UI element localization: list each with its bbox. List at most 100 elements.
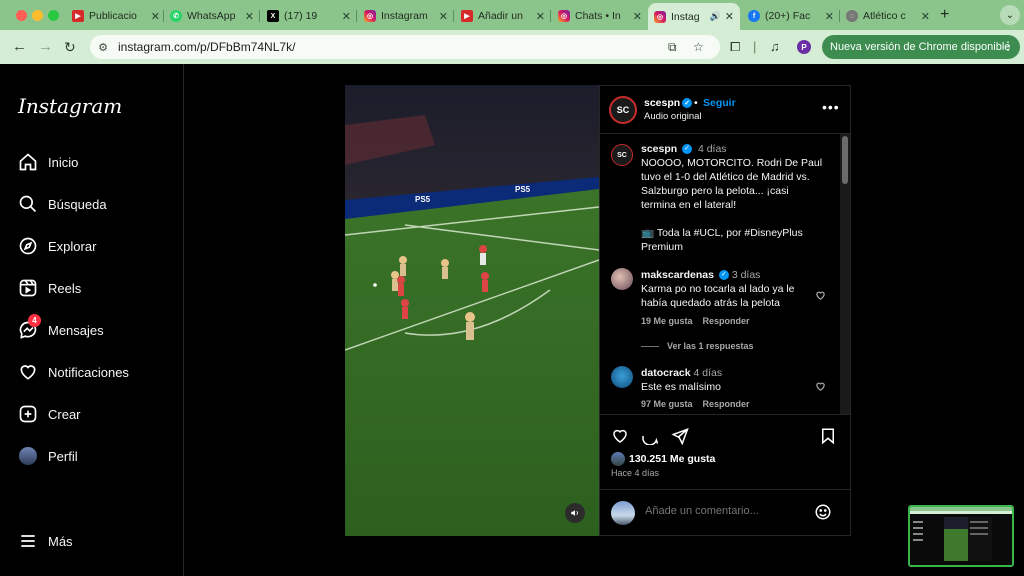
tab-separator [259, 10, 260, 22]
ad-board-text: PS5 [415, 195, 431, 204]
tab-close-icon[interactable]: ✕ [245, 10, 254, 23]
profile-avatar[interactable]: P [797, 40, 811, 54]
tab-close-icon[interactable]: ✕ [725, 10, 734, 23]
comment-username[interactable]: makscardenas [641, 269, 714, 281]
original-audio-link[interactable]: Audio original [644, 111, 702, 122]
follow-button[interactable]: Seguir [703, 97, 736, 109]
scrollbar-thumb[interactable] [842, 136, 848, 184]
instagram-icon: ◎ [654, 10, 666, 23]
tab-close-icon[interactable]: ✕ [825, 10, 834, 23]
tab-label: Instag [671, 10, 700, 23]
update-label: Nueva versión de Chrome disponible [830, 41, 1011, 53]
sidebar-item-mensajes[interactable]: 4 Mensajes [18, 314, 104, 342]
tab-close-icon[interactable]: ✕ [439, 10, 448, 23]
comment-bubble-icon[interactable] [640, 427, 660, 445]
url-text[interactable]: instagram.com/p/DFbBm74NL7k/ [118, 40, 295, 54]
comment-likes[interactable]: 19 Me gusta [641, 316, 693, 326]
screenshot-preview-thumbnail[interactable] [908, 505, 1014, 567]
forward-arrow-icon[interactable]: → [38, 39, 53, 55]
browser-tab[interactable]: ◎ Chats • In ✕ [558, 5, 642, 27]
browser-tab[interactable]: ✆ WhatsApp ✕ [170, 5, 254, 27]
save-bookmark-icon[interactable] [819, 427, 837, 445]
mute-button[interactable] [565, 503, 585, 523]
sidebar-item-label: Reels [48, 280, 82, 296]
share-send-icon[interactable] [670, 427, 690, 445]
author-username[interactable]: scespn ✓ [644, 97, 693, 109]
reload-icon[interactable]: ↻ [64, 39, 76, 55]
window-maximize-button[interactable] [48, 10, 59, 21]
tab-close-icon[interactable]: ✕ [536, 10, 545, 23]
liker-avatar[interactable] [611, 452, 625, 466]
audio-playing-icon[interactable]: 🔊 [710, 11, 721, 22]
sidebar-item-explorar[interactable]: Explorar [18, 234, 96, 258]
window-minimize-button[interactable] [32, 10, 43, 21]
comment-like-heart-icon[interactable] [815, 290, 826, 301]
globe-icon: ◌ [846, 10, 858, 22]
profile-avatar-icon [18, 446, 38, 466]
sidebar-item-crear[interactable]: Crear [18, 402, 81, 426]
toolbar-separator: | [753, 39, 757, 54]
sidebar-item-inicio[interactable]: Inicio [18, 150, 78, 174]
sidebar-item-perfil[interactable]: Perfil [18, 444, 78, 468]
back-arrow-icon[interactable]: ← [12, 39, 27, 55]
like-heart-icon[interactable] [610, 427, 630, 445]
like-count[interactable]: 130.251 Me gusta [629, 453, 715, 465]
browser-tab-active[interactable]: ◎ Instag 🔊 ✕ [648, 3, 740, 30]
bookmark-star-icon[interactable]: ☆ [693, 40, 704, 54]
browser-tab[interactable]: ◎ Instagram ✕ [364, 5, 448, 27]
comment-input[interactable] [645, 505, 805, 517]
sidebar-item-reels[interactable]: Reels [18, 276, 81, 300]
browser-tab[interactable]: ◌ Atlético c ✕ [846, 5, 930, 27]
tab-close-icon[interactable]: ✕ [151, 10, 160, 23]
caption-avatar[interactable]: SC [611, 144, 633, 166]
comment-avatar[interactable] [611, 268, 633, 290]
comment-avatar[interactable] [611, 366, 633, 388]
instagram-icon: ◎ [558, 10, 570, 22]
extensions-puzzle-icon[interactable]: ⧠ [730, 39, 740, 55]
tab-close-icon[interactable]: ✕ [921, 10, 930, 23]
comment-text: Este es malísimo [641, 381, 721, 393]
tab-label: Chats • In [575, 10, 621, 22]
tab-search-chevron-icon[interactable]: ⌄ [1000, 5, 1020, 25]
sidebar-item-mas[interactable]: Más [18, 529, 73, 553]
comment-likes[interactable]: 97 Me gusta [641, 399, 693, 409]
tab-close-icon[interactable]: ✕ [342, 10, 351, 23]
author-name[interactable]: scespn [644, 97, 680, 109]
sidebar-item-busqueda[interactable]: Búsqueda [18, 192, 107, 216]
chrome-update-button[interactable]: Nueva versión de Chrome disponible ⋮ [822, 35, 1020, 59]
post-video[interactable]: PS5 PS5 [345, 85, 599, 536]
reply-button[interactable]: Responder [703, 399, 750, 409]
media-controls-icon[interactable]: ♫ [770, 39, 780, 54]
post-date[interactable]: Hace 4 días [611, 468, 659, 478]
messenger-icon: 4 [18, 314, 41, 340]
comment-time: 4 días [693, 367, 723, 379]
tab-close-icon[interactable]: ✕ [633, 10, 642, 23]
site-settings-icon[interactable]: ⚙ [96, 40, 110, 54]
verified-badge-icon: ✓ [682, 144, 693, 155]
home-icon [18, 152, 38, 172]
browser-tab[interactable]: ▶ Añadir un ✕ [461, 5, 545, 27]
youtube-studio-icon: ▶ [72, 10, 84, 22]
cast-icon[interactable]: ⧉ [668, 40, 677, 55]
more-options-icon[interactable]: ••• [822, 99, 840, 115]
heart-icon [18, 362, 38, 382]
chrome-menu-icon[interactable]: ⋮ [1002, 39, 1014, 53]
whatsapp-icon: ✆ [170, 10, 182, 22]
reply-button[interactable]: Responder [703, 316, 750, 326]
browser-tab[interactable]: f (20+) Fac ✕ [748, 5, 834, 27]
browser-tab[interactable]: X (17) 19 ✕ [267, 5, 351, 27]
caption-username[interactable]: scespn [641, 143, 677, 155]
view-replies-button[interactable]: Ver las 1 respuestas [641, 341, 754, 351]
comment-username[interactable]: datocrack [641, 367, 691, 379]
window-close-button[interactable] [16, 10, 27, 21]
new-tab-icon[interactable]: + [940, 6, 949, 24]
instagram-logo[interactable]: Instagram [18, 94, 122, 118]
comment-like-heart-icon[interactable] [815, 381, 826, 392]
sidebar-item-notificaciones[interactable]: Notificaciones [18, 360, 129, 384]
tab-label: (17) 19 [284, 10, 318, 22]
emoji-picker-icon[interactable] [814, 503, 832, 521]
comment: datocrack 4 días Este es malísimo [641, 366, 811, 394]
author-avatar[interactable]: SC [609, 96, 637, 124]
browser-tab[interactable]: ▶ Publicacio ✕ [72, 5, 160, 27]
caption: scespn ✓ 4 días NOOOO, MOTORCITO. Rodri … [641, 142, 826, 254]
